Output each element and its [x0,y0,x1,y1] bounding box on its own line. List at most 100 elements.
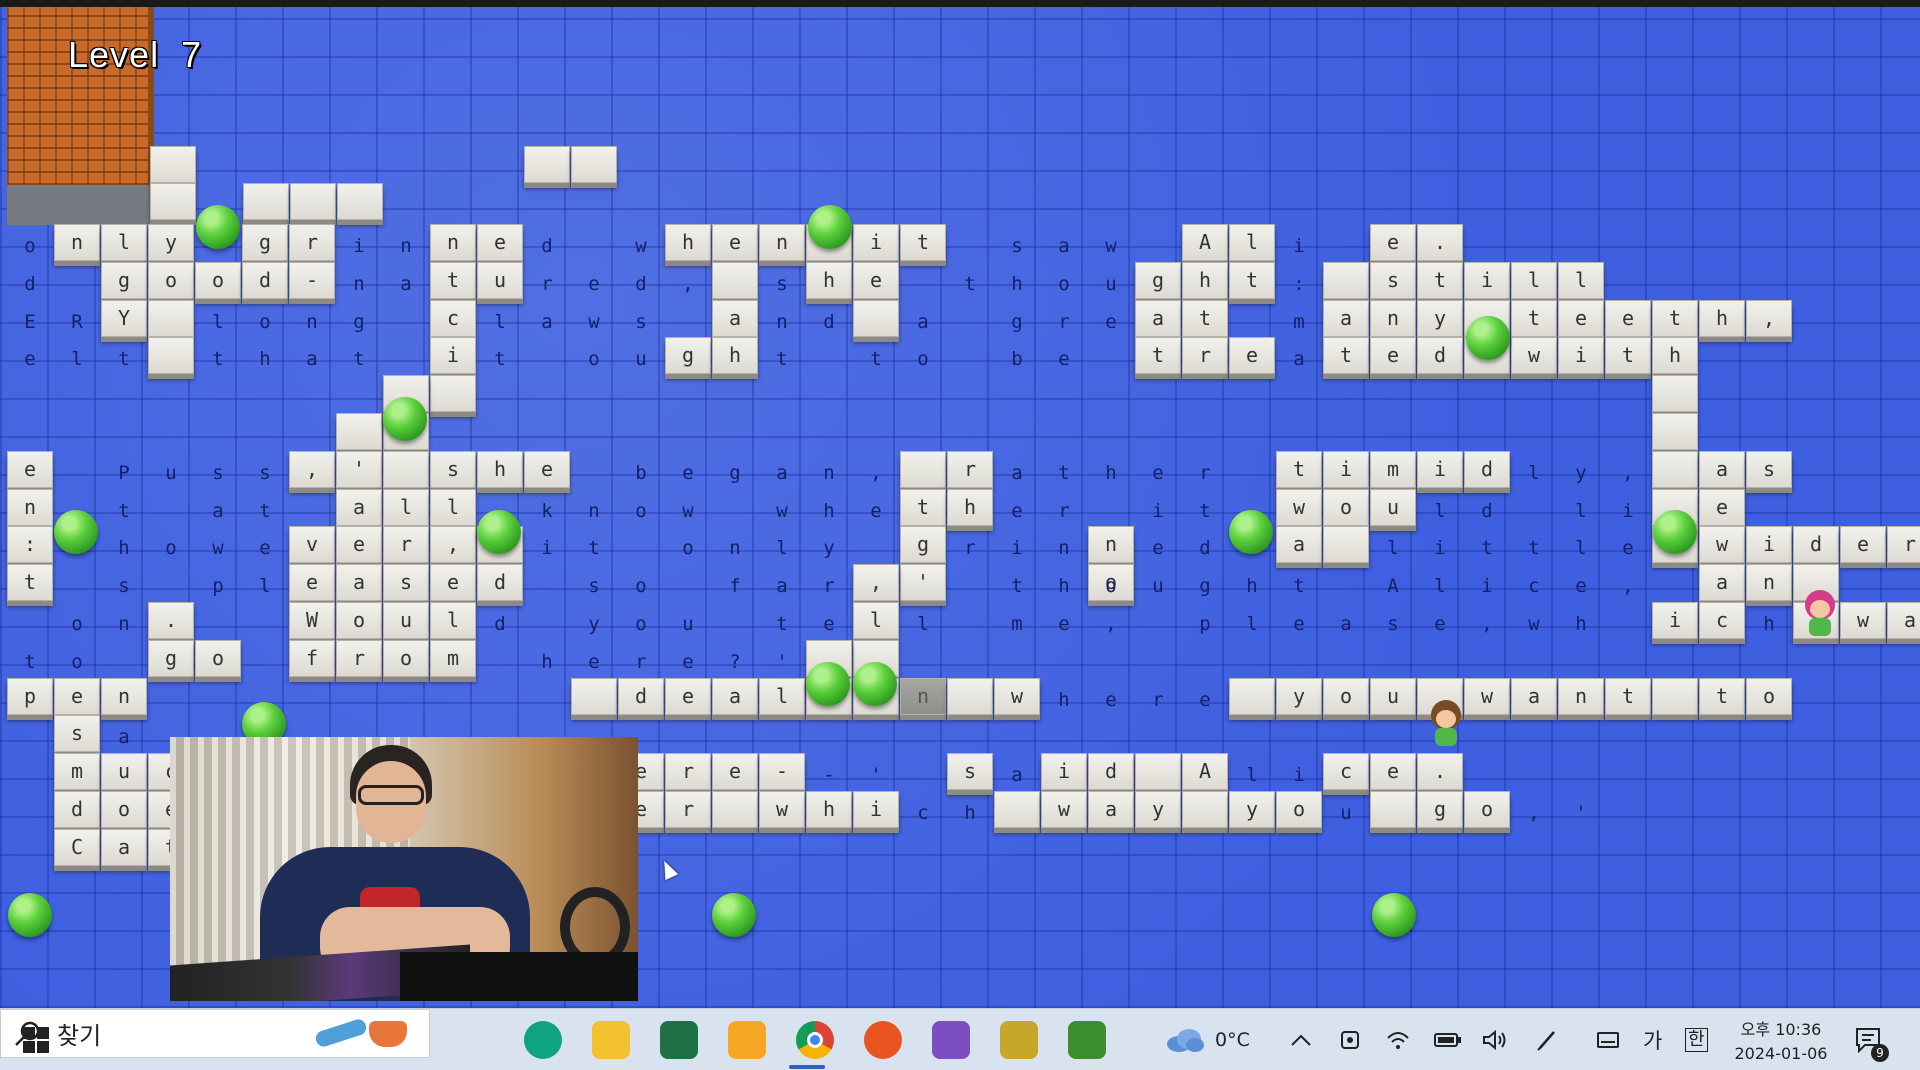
bush-icon [379,393,431,445]
letter-tile: : [7,526,53,563]
meet-now-button[interactable] [1340,1009,1360,1070]
water-letter: m [1293,311,1305,333]
water-letter: o [165,537,177,559]
water-letter: d [1481,500,1493,522]
water-letter: t [259,500,271,522]
weather-widget[interactable]: 0°C [1165,1009,1250,1070]
game-board[interactable]: Level 7 nlygrgood-YnetucihenitheaghAlght… [0,0,1920,1008]
water-letter: n [823,462,835,484]
ime-language-button[interactable]: 한 [1685,1009,1708,1070]
notification-button[interactable]: 9 [1855,1009,1889,1070]
water-letter: t [24,651,36,673]
water-letter: , [1528,802,1540,824]
water-letter: l [1528,462,1540,484]
letter-tile: i [430,337,476,374]
water-letter: e [1622,537,1634,559]
letter-tile: C [54,829,100,866]
letter-tile: c [430,300,476,337]
level-indicator: Level 7 [68,34,202,76]
letter-tile: i [1041,753,1087,790]
water-letter: l [1575,537,1587,559]
water-letter: r [1199,462,1211,484]
battery-button[interactable] [1434,1009,1462,1070]
water-letter: E [24,311,36,333]
water-letter: e [1152,462,1164,484]
water-letter: n [353,273,365,295]
water-letter: e [682,651,694,673]
water-letter: o [1058,273,1070,295]
notes-app-icon[interactable] [728,1021,766,1059]
bush-icon [1225,506,1277,558]
letter-tile: s [430,451,476,488]
vim-icon[interactable] [1068,1021,1106,1059]
water-letter: a [776,575,788,597]
water-letter: i [1293,235,1305,257]
water-letter: r [1152,689,1164,711]
chatgpt-icon[interactable] [524,1021,562,1059]
letter-tile: u [477,262,523,299]
pen-icon [1537,1030,1555,1051]
ime-mode-button[interactable]: 가 [1643,1009,1662,1070]
clock[interactable]: 오후 10:36 2024-01-06 [1730,1009,1832,1070]
excel-icon[interactable] [660,1021,698,1059]
player-character[interactable] [1426,700,1466,746]
letter-tile: l [383,489,429,526]
letter-tile: e [430,564,476,601]
letter-tile [947,678,993,715]
show-hidden-icons-button[interactable] [1290,1009,1312,1070]
touch-keyboard-button[interactable] [1597,1009,1619,1070]
water-letter: h [1058,689,1070,711]
water-letter: o [635,575,647,597]
water-letter: o [71,613,83,635]
search-box[interactable]: 찾기 [0,1009,430,1058]
letter-tile: t [1323,337,1369,374]
water-letter: c [917,802,929,824]
network-button[interactable] [1386,1009,1410,1070]
stone-block [290,183,336,220]
water-letter: - [823,764,835,786]
letter-tile: y [1135,791,1181,828]
water-letter: l [259,575,271,597]
letter-tile: g [665,337,711,374]
water-letter: , [1105,613,1117,635]
letter-tile: u [383,602,429,639]
water-letter: A [1387,575,1399,597]
water-letter: s [776,273,788,295]
map-app-icon[interactable] [1000,1021,1038,1059]
letter-tile: i [1746,526,1792,563]
letter-tile: o [336,602,382,639]
ime-language-label: 한 [1685,1027,1708,1052]
letter-tile: t [1135,337,1181,374]
letter-tile: u [1370,489,1416,526]
water-letter: d [494,613,506,635]
letter-tile: w [1464,678,1510,715]
water-letter: w [682,500,694,522]
letter-tile: i [853,224,899,261]
volume-button[interactable] [1482,1009,1508,1070]
ubuntu-icon[interactable] [864,1021,902,1059]
letter-tile: e [1370,224,1416,261]
letter-tile: y [148,224,194,261]
letter-tile [1229,678,1275,715]
bush-icon [1649,506,1701,558]
letter-tile: l [853,602,899,639]
file-explorer-icon[interactable] [592,1021,630,1059]
letter-tile: h [806,262,852,299]
letter-tile: d [242,262,288,299]
water-letter: e [1105,311,1117,333]
letter-tile: . [1417,753,1463,790]
letter-tile: m [54,753,100,790]
letter-tile: Y [101,300,147,337]
battery-icon [1434,1032,1461,1047]
pen-menu-button[interactable] [1536,1009,1560,1070]
letter-tile: n [430,224,476,261]
chrome-icon[interactable] [796,1021,834,1059]
letter-tile: n [1088,526,1134,563]
letter-tile: g [148,640,194,677]
stone-block [571,146,617,183]
visual-studio-icon[interactable] [932,1021,970,1059]
start-button[interactable] [14,1009,58,1070]
water-letter: a [118,726,130,748]
letter-tile [1370,791,1416,828]
water-letter: l [1434,500,1446,522]
